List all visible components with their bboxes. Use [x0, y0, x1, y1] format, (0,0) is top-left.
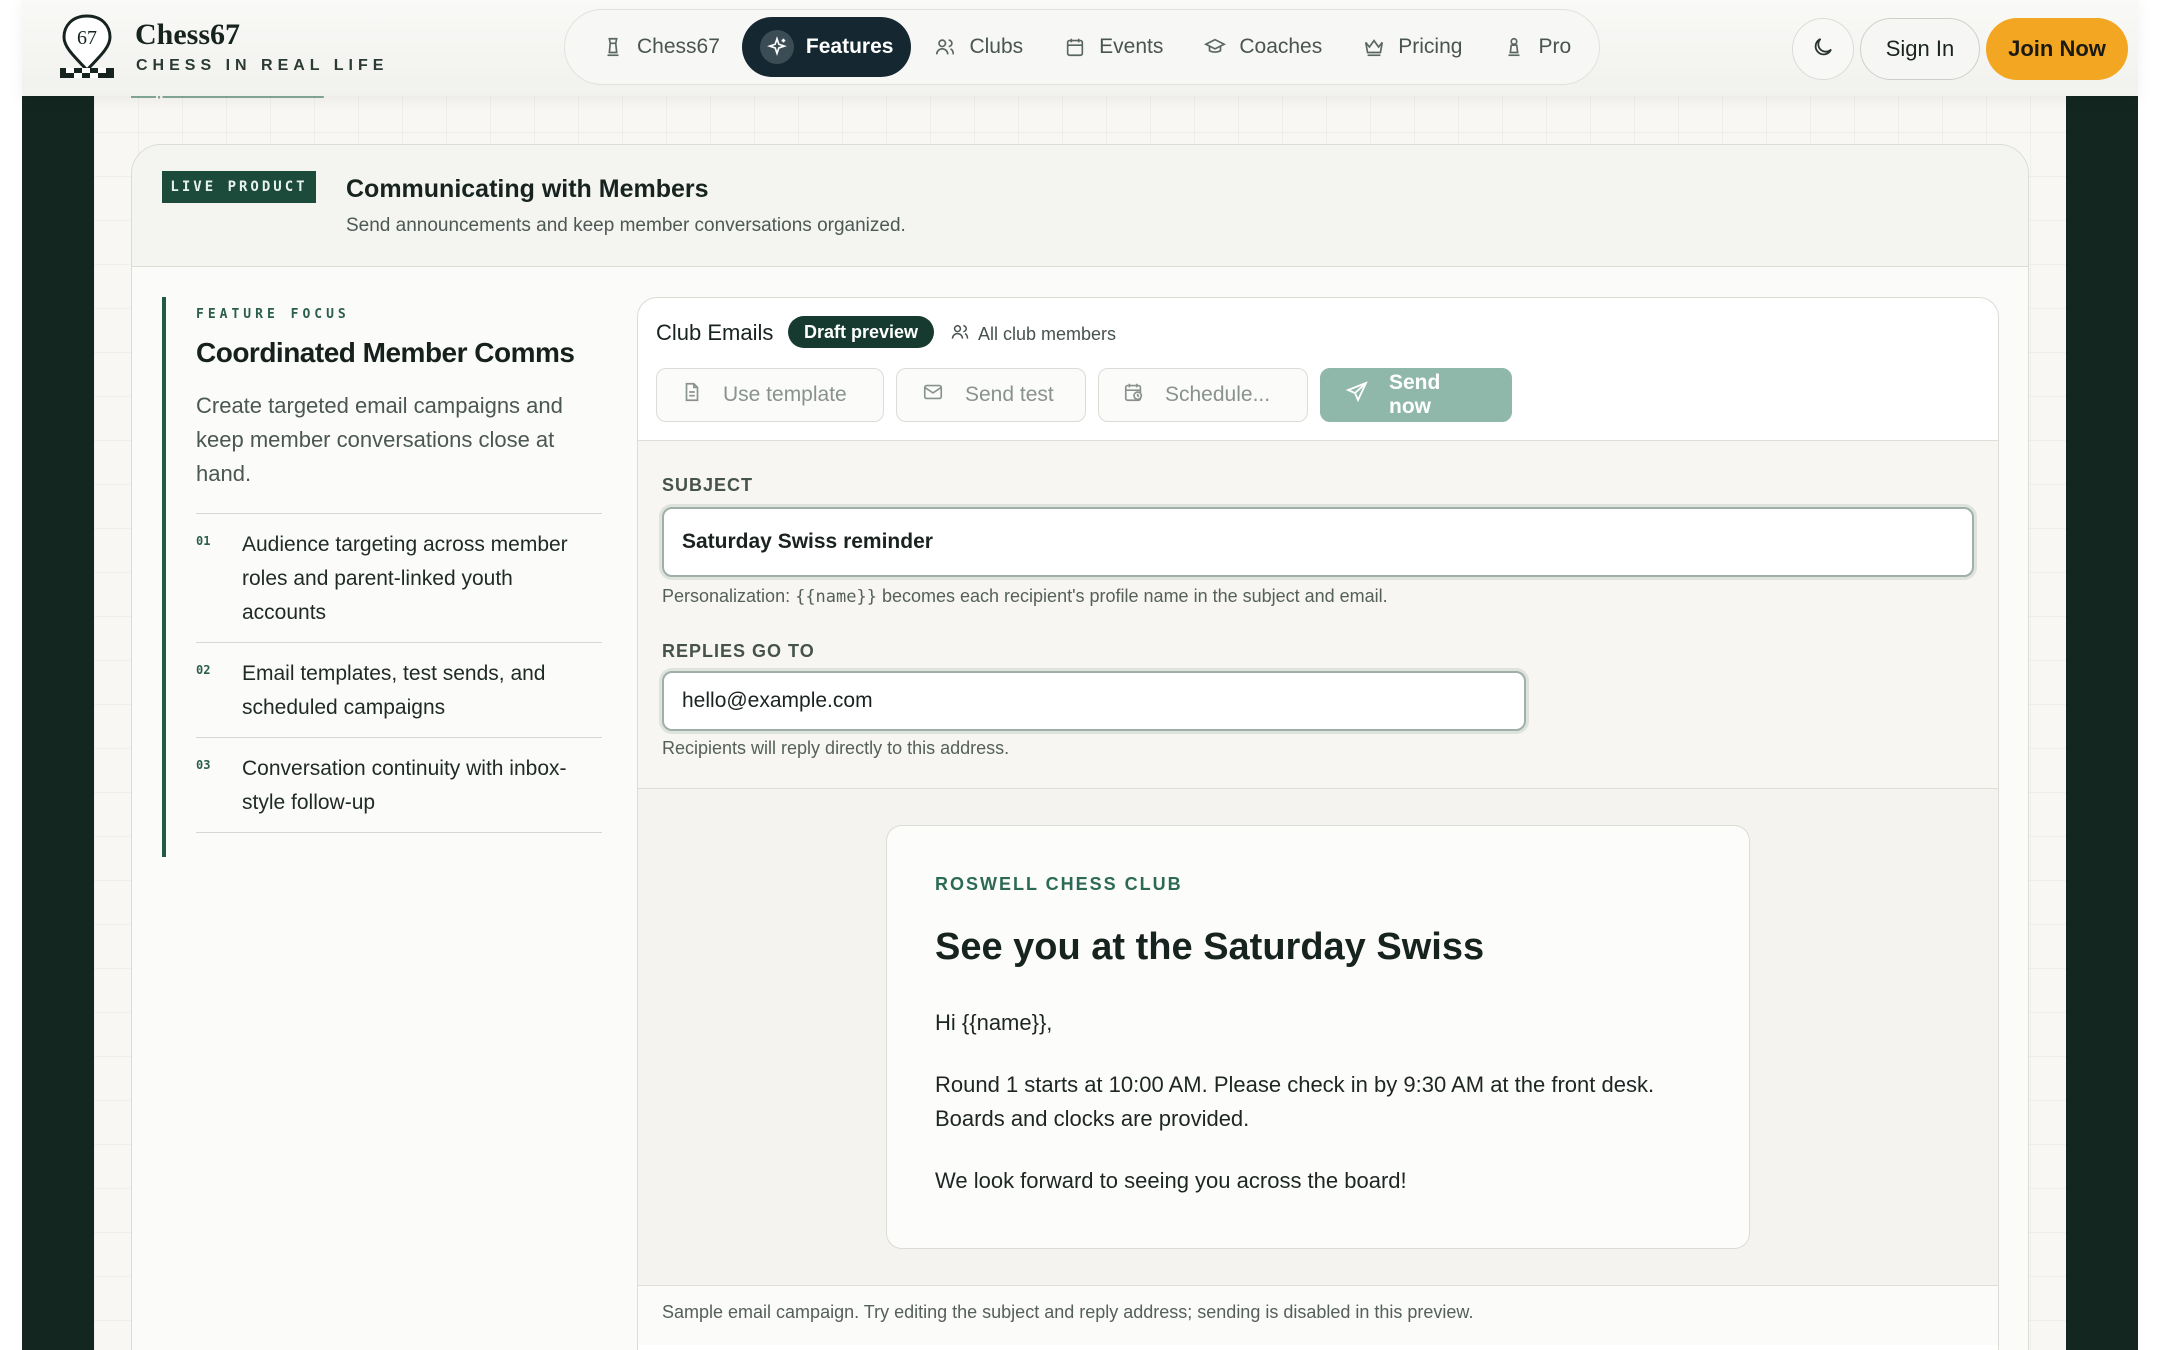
item-text: Audience targeting across member roles a… — [242, 533, 568, 624]
schedule-button[interactable]: Schedule... — [1098, 368, 1308, 422]
feature-focus-column: FEATURE FOCUS Coordinated Member Comms C… — [162, 297, 602, 857]
moon-icon — [1811, 35, 1835, 64]
email-greeting: Hi {{name}}, — [935, 1010, 1053, 1035]
use-template-button[interactable]: Use template — [656, 368, 884, 422]
document-icon — [681, 381, 703, 409]
nav-item-chess67[interactable]: Chess67 — [583, 17, 738, 77]
send-now-button[interactable]: Send now — [1320, 368, 1512, 422]
panel-title: Club Emails — [656, 320, 774, 345]
calendar-icon — [1063, 35, 1087, 59]
subject-input[interactable]: Saturday Swiss reminder — [662, 507, 1974, 577]
item-text: Conversation continuity with inbox-style… — [242, 757, 567, 814]
join-now-button[interactable]: Join Now — [1986, 18, 2128, 80]
users-icon — [950, 322, 970, 347]
chess67-logo-icon[interactable]: 67 — [54, 12, 120, 82]
nav-label: Coaches — [1239, 35, 1323, 58]
list-item: 01 Audience targeting across member role… — [196, 513, 602, 642]
nav-label: Chess67 — [637, 35, 720, 58]
card-subtitle: Send announcements and keep member conve… — [346, 215, 906, 236]
panel-toolbar: Club Emails Draft preview All club membe… — [638, 298, 1998, 441]
brand-name[interactable]: Chess67 — [135, 18, 240, 52]
users-icon — [933, 35, 957, 59]
item-number: 01 — [196, 534, 211, 548]
card-title: Communicating with Members — [346, 175, 709, 203]
item-text: Email templates, test sends, and schedul… — [242, 662, 546, 719]
nav-label: Features — [805, 35, 894, 58]
audience-label: All club members — [978, 324, 1117, 344]
button-label: Send now — [1389, 371, 1441, 418]
graduation-cap-icon — [1203, 35, 1227, 59]
nav-item-clubs[interactable]: Clubs — [915, 17, 1041, 77]
nav-label: Pricing — [1398, 35, 1463, 58]
feature-card: LIVE PRODUCT Communicating with Members … — [131, 144, 2029, 1350]
club-emails-panel: Club Emails Draft preview All club membe… — [637, 297, 1999, 1350]
top-navigation-bar: 67 Chess67 CHESS IN REAL LIFE Chess67 Fe… — [22, 0, 2138, 96]
list-item: 02 Email templates, test sends, and sche… — [196, 642, 602, 737]
sign-in-button[interactable]: Sign In — [1860, 18, 1980, 80]
button-label: Send test — [965, 383, 1054, 406]
nav-label: Pro — [1538, 35, 1572, 58]
feature-focus-eyebrow: FEATURE FOCUS — [196, 307, 350, 322]
feature-focus-title: Coordinated Member Comms — [196, 337, 575, 368]
email-club-name: ROSWELL CHESS CLUB — [935, 874, 1183, 894]
button-label: Use template — [723, 383, 847, 406]
email-body: Hi {{name}}, Round 1 starts at 10:00 AM.… — [935, 1006, 1715, 1226]
panel-footer-note: Sample email campaign. Try editing the s… — [638, 1285, 1998, 1345]
reply-to-input[interactable]: hello@example.com — [662, 671, 1526, 731]
nav-item-features[interactable]: Features — [741, 17, 912, 77]
calendar-clock-icon — [1123, 381, 1145, 409]
subject-label: SUBJECT — [662, 475, 754, 495]
help-text: becomes each recipient's profile name in… — [876, 586, 1388, 606]
replies-label: REPLIES GO TO — [662, 641, 815, 661]
audience-selector[interactable]: All club members — [950, 322, 1116, 347]
mail-icon — [921, 381, 945, 409]
personalization-help: Personalization: {{name}} becomes each r… — [662, 586, 1388, 607]
brand-tagline: CHESS IN REAL LIFE — [136, 57, 389, 74]
reply-to-help: Recipients will reply directly to this a… — [662, 738, 1010, 758]
email-form: SUBJECT Saturday Swiss reminder Personal… — [638, 441, 1998, 789]
feature-focus-description: Create targeted email campaigns and keep… — [196, 393, 563, 486]
nav-item-pro[interactable]: Pro — [1484, 17, 1589, 77]
button-label: Schedule... — [1165, 383, 1271, 406]
theme-toggle-button[interactable] — [1792, 18, 1854, 80]
svg-text:67: 67 — [77, 27, 97, 49]
item-number: 02 — [196, 663, 211, 677]
item-number: 03 — [196, 758, 211, 772]
nav-item-events[interactable]: Events — [1045, 17, 1181, 77]
card-header: LIVE PRODUCT Communicating with Members … — [132, 145, 2028, 267]
list-item: 03 Conversation continuity with inbox-st… — [196, 737, 602, 833]
nav-item-pricing[interactable]: Pricing — [1344, 17, 1480, 77]
sparkle-icon — [759, 30, 794, 64]
pawn-icon — [1502, 35, 1526, 59]
nav-label: Clubs — [969, 35, 1024, 58]
email-preview-card: ROSWELL CHESS CLUB See you at the Saturd… — [886, 825, 1750, 1249]
feature-focus-list: 01 Audience targeting across member role… — [196, 513, 602, 833]
crown-icon — [1362, 35, 1386, 59]
email-paragraph: Round 1 starts at 10:00 AM. Please check… — [935, 1072, 1655, 1131]
email-closing: We look forward to seeing you across the… — [935, 1168, 1407, 1193]
email-heading: See you at the Saturday Swiss — [935, 926, 1485, 968]
help-text: Personalization: — [662, 586, 796, 606]
main-nav: Chess67 Features Clubs Events Coaches Pr… — [564, 9, 1600, 85]
live-product-badge: LIVE PRODUCT — [162, 171, 316, 203]
nav-item-coaches[interactable]: Coaches — [1185, 17, 1340, 77]
nav-label: Events — [1099, 35, 1164, 58]
draft-preview-badge: Draft preview — [788, 316, 935, 348]
name-token: {{name}} — [795, 587, 877, 607]
email-preview-area: ROSWELL CHESS CLUB See you at the Saturd… — [638, 789, 1998, 1285]
send-icon — [1345, 380, 1369, 410]
chess-piece-icon — [601, 35, 625, 59]
send-test-button[interactable]: Send test — [896, 368, 1086, 422]
